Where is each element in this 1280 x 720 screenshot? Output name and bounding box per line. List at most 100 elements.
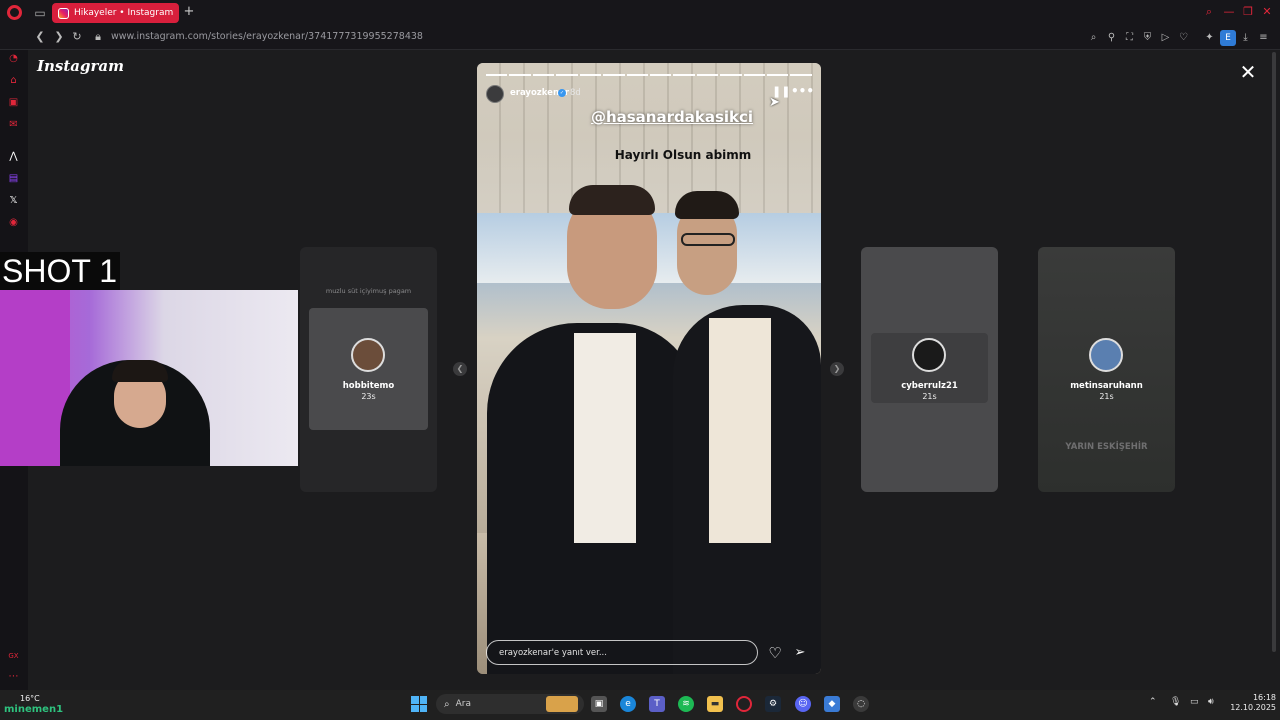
weather-temp[interactable]: 16°C (20, 694, 40, 703)
close-window-button[interactable]: ✕ (1260, 5, 1274, 19)
avatar-hobbitemo (351, 338, 385, 372)
volume-icon[interactable]: 🔊︎ (1208, 697, 1214, 707)
story-photo-hair (675, 191, 739, 219)
previous-story-button[interactable]: ❮ (453, 362, 467, 376)
more-options-icon[interactable]: ••• (791, 85, 814, 97)
zoom-icon[interactable]: ⌕ (1087, 31, 1100, 44)
bookmark-heart-icon[interactable]: ♡ (1177, 31, 1190, 44)
story-avatar[interactable] (486, 85, 504, 103)
discord-icon[interactable]: ☺ (795, 696, 811, 712)
story-photo-ceiling (477, 63, 821, 213)
story-progress-bar (486, 74, 812, 76)
news-icon[interactable]: ▣ (7, 96, 20, 109)
story-progress-segment (696, 74, 719, 76)
weather-text[interactable]: minemen1 (4, 704, 63, 715)
clock-time: 16:18 (1252, 693, 1276, 702)
story-progress-segment (556, 74, 578, 76)
app-icon[interactable]: ◆ (824, 696, 840, 712)
twitch-icon[interactable]: ▤ (7, 172, 20, 185)
minimize-button[interactable]: — (1222, 5, 1236, 19)
clock-date: 12.10.2025 (1230, 703, 1276, 712)
avatar-cyberrulz21 (912, 338, 946, 372)
search-text: Ara (455, 699, 471, 709)
story-progress-segment (579, 74, 602, 76)
menu-icon[interactable]: ≡ (1257, 31, 1270, 44)
like-heart-icon[interactable]: ♡ (766, 644, 784, 662)
new-tab-button[interactable]: + (182, 5, 196, 19)
gx-icon[interactable]: GX (7, 650, 20, 663)
side-story-label: YARIN ESKİŞEHİR (1065, 442, 1148, 452)
webcam-hair (112, 360, 168, 382)
story-photo-glasses (681, 233, 735, 246)
reply-input[interactable] (499, 647, 739, 658)
scrollbar[interactable] (1272, 52, 1276, 652)
search-icon: ⌕ (444, 698, 450, 710)
send-icon[interactable]: ➢ (791, 644, 809, 662)
gx-control-icon[interactable]: ◔ (7, 52, 20, 65)
back-button[interactable]: ❮ (33, 30, 47, 44)
network-icon[interactable]: ▭ (1190, 697, 1199, 707)
opera-gx-taskbar-icon[interactable] (736, 696, 752, 712)
shop-icon[interactable]: ⌂ (7, 74, 20, 87)
browser-tab-strip: ▭ Hikayeler • Instagram + ⌕ — ❐ ✕ (0, 0, 1280, 26)
story-progress-segment (509, 74, 531, 76)
tab-instagram-stories[interactable]: Hikayeler • Instagram (52, 3, 179, 23)
microphone-icon[interactable]: 🎙︎ (1170, 697, 1181, 707)
search-highlight-icon[interactable] (546, 696, 578, 712)
taskbar-clock[interactable]: 16:18 12.10.2025 (1228, 693, 1276, 713)
story-photo-shirt (574, 333, 636, 543)
restore-button[interactable]: ❐ (1241, 5, 1255, 19)
task-view-icon[interactable]: ▣ (591, 696, 607, 712)
story-progress-segment (767, 74, 789, 76)
opera-logo[interactable] (7, 5, 22, 20)
steam-icon[interactable]: ⚙ (765, 696, 781, 712)
side-story-label: muzlu süt içiyimuş pagam (325, 287, 412, 295)
story-mention[interactable]: @hasanardakasikci (477, 108, 821, 126)
snapshot-icon[interactable]: ⛶ (1123, 31, 1136, 44)
search-tabs-icon[interactable]: ⌕ (1202, 5, 1216, 19)
tab-title: Hikayeler • Instagram (74, 8, 174, 18)
story-progress-segment (603, 74, 625, 76)
extensions-icon[interactable]: ✦ (1203, 31, 1216, 44)
verified-badge-icon: ✓ (558, 89, 566, 97)
lock-icon: 🔒︎ (95, 30, 101, 43)
mail-icon[interactable]: ✉ (7, 118, 20, 131)
side-story-username: hobbitemo (342, 381, 395, 391)
tray-chevron-icon[interactable]: ⌃ (1149, 697, 1157, 707)
story-progress-segment (720, 74, 742, 76)
shield-icon[interactable]: ⛨ (1141, 31, 1154, 44)
side-story-username: metinsaruhann (1070, 381, 1143, 391)
side-story-time: 21s (922, 392, 937, 401)
reload-button[interactable]: ↻ (70, 30, 84, 44)
edge-icon[interactable]: e (620, 696, 636, 712)
instagram-logo[interactable]: Instagram (37, 57, 124, 75)
story-photo-shirt (709, 318, 771, 543)
webcam-overlay (0, 290, 298, 466)
close-stories-button[interactable]: ✕ (1238, 62, 1258, 82)
story-progress-segment (626, 74, 648, 76)
download-icon[interactable]: ⤓ (1239, 31, 1252, 44)
url-field[interactable]: www.instagram.com/stories/erayozkenar/37… (111, 31, 423, 42)
stream-shot-label: SHOT 1 (0, 252, 120, 290)
spotify-icon[interactable]: ≋ (678, 696, 694, 712)
forward-button[interactable]: ❯ (52, 30, 66, 44)
extension-e-icon[interactable]: E (1220, 30, 1236, 46)
pin-icon[interactable]: ⚲ (1105, 31, 1118, 44)
side-story-username: cyberrulz21 (901, 381, 958, 391)
x-icon[interactable]: 𝕏 (7, 194, 20, 207)
play-icon[interactable]: ▷ (1159, 31, 1172, 44)
teams-icon[interactable]: T (649, 696, 665, 712)
player-icon[interactable]: ◉ (7, 216, 20, 229)
more-icon[interactable]: ⋯ (7, 670, 20, 683)
aria-icon[interactable]: ⋀ (7, 150, 20, 163)
next-story-button[interactable]: ❯ (830, 362, 844, 376)
app-icon[interactable]: ◌ (853, 696, 869, 712)
avatar-metinsaruhann (1089, 338, 1123, 372)
story-viewer[interactable]: erayozkenar ✓ 8d ❚❚ ••• ➤ @hasanardakasi… (477, 63, 821, 674)
reply-box[interactable] (486, 640, 758, 665)
windows-start-icon[interactable] (411, 696, 427, 712)
side-story-time: 23s (361, 392, 376, 401)
story-progress-segment (673, 74, 695, 76)
file-explorer-icon[interactable]: ▬ (707, 696, 723, 712)
tab-menu-icon[interactable]: ▭ (32, 5, 48, 21)
